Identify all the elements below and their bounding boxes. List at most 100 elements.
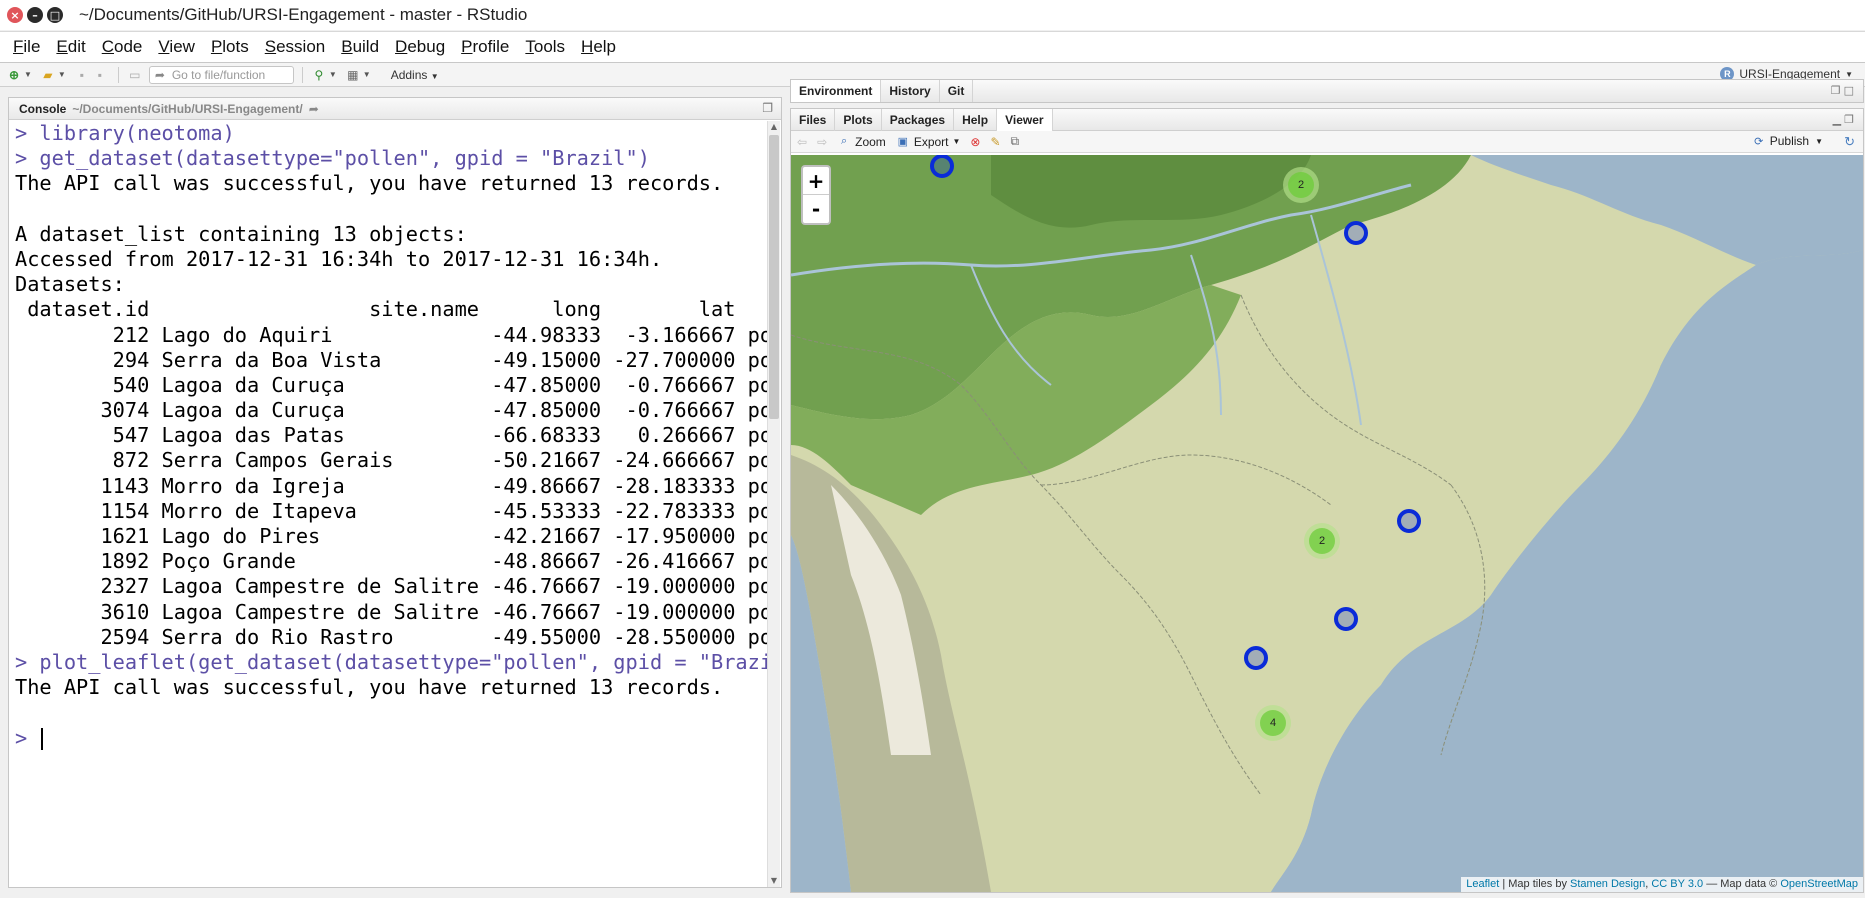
new-file-dropdown-icon[interactable]: ▼ <box>24 70 32 79</box>
menu-debug[interactable]: Debug <box>395 37 445 57</box>
site-marker[interactable] <box>1397 509 1421 533</box>
menu-label-rest: ools <box>533 37 566 56</box>
menu-mnemonic: H <box>581 37 594 56</box>
console-line-text: Datasets: <box>15 272 125 297</box>
open-folder-icon[interactable]: ▰ <box>40 67 56 83</box>
console-tab[interactable]: Console <box>19 102 66 116</box>
menu-file[interactable]: File <box>13 37 40 57</box>
console-line-text: 2594 Serra do Rio Rastro -49.55000 -28.5… <box>15 624 769 649</box>
console-output-line: 1154 Morro de Itapeva -45.53333 -22.7833… <box>15 499 769 524</box>
console-output-line: 547 Lagoa das Patas -66.68333 0.266667 p… <box>15 423 769 448</box>
console-pane: Console ~/Documents/GitHub/URSI-Engageme… <box>8 97 782 888</box>
site-marker[interactable] <box>1244 646 1268 670</box>
save-icon[interactable]: ▪ <box>74 67 90 83</box>
menu-label-rest: dit <box>67 37 86 56</box>
refresh-icon[interactable]: ↻ <box>1844 134 1855 150</box>
menu-mnemonic: E <box>56 37 68 56</box>
menu-session[interactable]: Session <box>265 37 325 57</box>
console-output-line: 1892 Poço Grande -48.86667 -26.416667 po… <box>15 549 769 574</box>
marker-cluster[interactable]: 4 <box>1255 705 1291 741</box>
stamen-link[interactable]: Stamen Design <box>1570 878 1645 890</box>
console-line-text: 2327 Lagoa Campestre de Salitre -46.7666… <box>15 574 769 599</box>
menu-view[interactable]: View <box>158 37 195 57</box>
site-marker[interactable] <box>1334 607 1358 631</box>
menu-label-rest: uild <box>352 37 380 56</box>
osm-link[interactable]: OpenStreetMap <box>1780 878 1858 890</box>
tab-history[interactable]: History <box>881 80 940 102</box>
tab-packages[interactable]: Packages <box>882 108 955 131</box>
zoom-out-button[interactable]: - <box>803 195 829 223</box>
leaflet-link[interactable]: Leaflet <box>1466 878 1499 890</box>
publish-button[interactable]: ⟳ Publish ▼ <box>1752 134 1823 148</box>
cluster-count: 4 <box>1260 710 1286 736</box>
tab-viewer[interactable]: Viewer <box>997 108 1053 131</box>
save-all-icon[interactable]: ▪ <box>92 67 108 83</box>
viewer-pane: Files Plots Packages Help Viewer ▁❐ ⇦ ⇨ … <box>790 108 1864 893</box>
menu-mnemonic: D <box>395 37 408 56</box>
console-output-line: 3610 Lagoa Campestre de Salitre -46.7666… <box>15 600 769 625</box>
go-to-file-input[interactable]: ➦ Go to file/function <box>148 65 294 84</box>
license-link[interactable]: CC BY 3.0 <box>1651 878 1703 890</box>
restore-pane-icon[interactable]: ❐ <box>762 101 773 115</box>
maximize-window-icon[interactable]: □ <box>47 7 63 23</box>
menu-mnemonic: S <box>264 37 277 56</box>
console-output-line: 872 Serra Campos Gerais -50.21667 -24.66… <box>15 448 769 473</box>
version-control-dropdown-icon[interactable]: ▼ <box>329 70 337 79</box>
menu-edit[interactable]: Edit <box>56 37 85 57</box>
pane-minmax-icon[interactable]: ❐□ <box>1831 84 1857 97</box>
tab-help[interactable]: Help <box>954 108 998 131</box>
marker-cluster[interactable]: 2 <box>1283 167 1319 203</box>
pane-layout-dropdown-icon[interactable]: ▼ <box>363 70 371 79</box>
viewer-pane-tabs: Files Plots Packages Help Viewer ▁❐ <box>791 108 1863 131</box>
menu-tools[interactable]: Tools <box>525 37 565 57</box>
scroll-down-icon[interactable]: ▼ <box>768 875 780 887</box>
pane-minmax-icon[interactable]: ▁❐ <box>1833 113 1857 126</box>
menu-code[interactable]: Code <box>102 37 143 57</box>
version-control-icon[interactable]: ⚲ <box>311 67 327 83</box>
console-output[interactable]: > library(neotoma) > get_dataset(datasett… <box>9 121 769 887</box>
minimize-window-icon[interactable]: – <box>27 7 43 23</box>
text-cursor <box>41 728 44 750</box>
print-icon[interactable]: ▭ <box>127 67 143 83</box>
menu-mnemonic: P <box>210 37 223 56</box>
menu-plots[interactable]: Plots <box>211 37 249 57</box>
tab-environment[interactable]: Environment <box>791 80 882 102</box>
menu-label-rest: ode <box>114 37 143 56</box>
tab-plots[interactable]: Plots <box>835 108 882 131</box>
site-marker[interactable] <box>930 155 954 178</box>
scroll-up-icon[interactable]: ▲ <box>768 121 780 133</box>
console-prompt[interactable]: > <box>15 726 769 751</box>
menu-build[interactable]: Build <box>341 37 379 57</box>
attribution-text: | Map tiles by <box>1499 878 1571 890</box>
marker-cluster[interactable]: 2 <box>1304 523 1340 559</box>
back-icon[interactable]: ⇦ <box>797 135 807 149</box>
site-marker[interactable] <box>1344 221 1368 245</box>
console-output-line: 2594 Serra do Rio Rastro -49.55000 -28.5… <box>15 625 769 650</box>
menu-profile[interactable]: Profile <box>461 37 509 57</box>
addins-menu[interactable]: Addins ▼ <box>391 68 439 82</box>
menu-label-rest: rofile <box>472 37 510 56</box>
leaflet-map[interactable]: + - 2 2 4 Leaflet | Map tiles by Stamen … <box>791 155 1863 892</box>
clear-viewer-icon[interactable]: ⊗ <box>970 135 980 149</box>
scrollbar-thumb[interactable] <box>769 135 779 419</box>
console-line-text: > library(neotoma) <box>15 121 235 145</box>
console-scrollbar[interactable]: ▲ ▼ <box>767 121 780 887</box>
map-attribution: Leaflet | Map tiles by Stamen Design, CC… <box>1461 877 1863 892</box>
go-to-directory-icon[interactable]: ➦ <box>309 102 319 116</box>
show-in-window-icon[interactable]: ⧉ <box>1011 134 1020 149</box>
tab-files[interactable]: Files <box>791 108 836 131</box>
menu-help[interactable]: Help <box>581 37 616 57</box>
forward-icon[interactable]: ⇨ <box>817 135 827 149</box>
console-line-text: > get_dataset(datasettype="pollen", gpid… <box>15 146 650 171</box>
console-output-line: 3074 Lagoa da Curuça -47.85000 -0.766667… <box>15 398 769 423</box>
new-file-icon[interactable]: ⊕ <box>6 67 22 83</box>
broom-icon[interactable]: ✎ <box>990 135 1000 149</box>
close-window-icon[interactable]: × <box>7 7 23 23</box>
pane-layout-icon[interactable]: ▦ <box>345 67 361 83</box>
menu-label-rest: ession <box>276 37 326 56</box>
export-button[interactable]: ▣ Export ▼ <box>896 135 961 149</box>
zoom-in-button[interactable]: + <box>803 167 829 195</box>
open-folder-dropdown-icon[interactable]: ▼ <box>58 70 66 79</box>
zoom-button[interactable]: ⌕ Zoom <box>837 135 886 149</box>
tab-git[interactable]: Git <box>940 80 974 102</box>
